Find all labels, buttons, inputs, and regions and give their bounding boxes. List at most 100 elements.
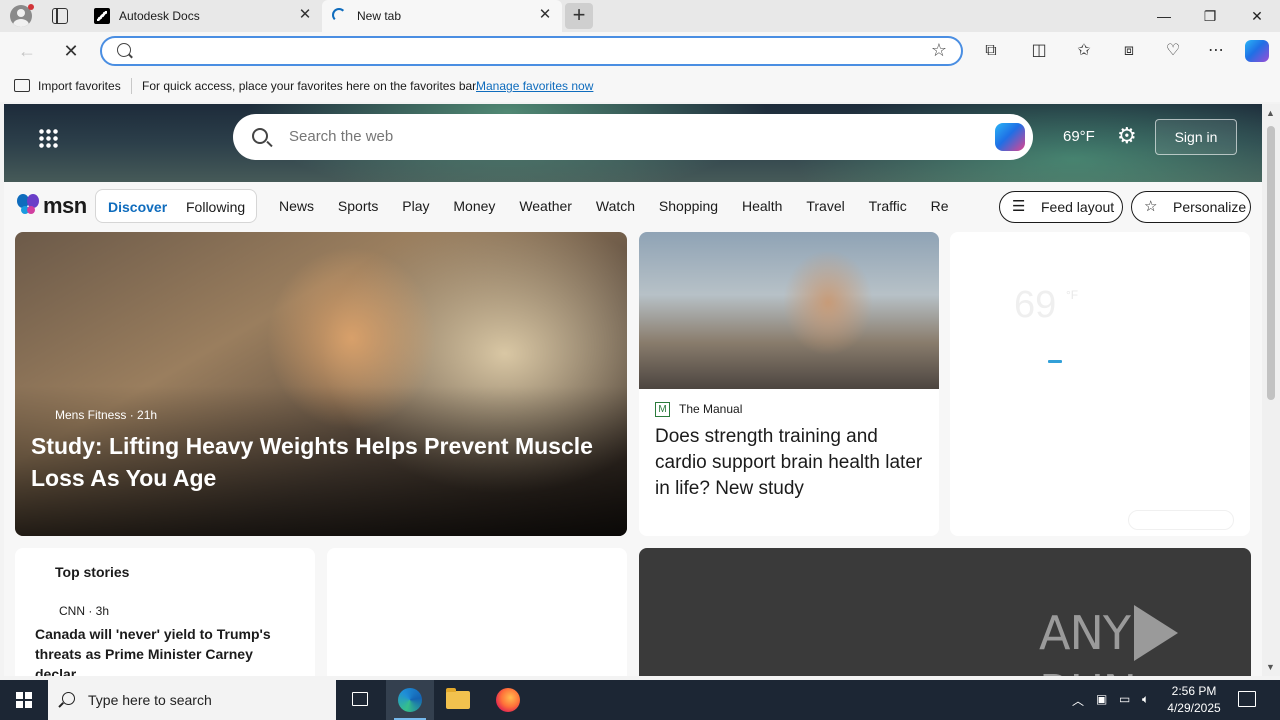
- show-hidden-icons-icon[interactable]: ︿: [1072, 692, 1084, 709]
- hero-article-card[interactable]: Mens Fitness · 21h Study: Lifting Heavy …: [15, 232, 627, 536]
- more-options-icon[interactable]: ⋯: [1205, 40, 1227, 62]
- edge-icon: [398, 688, 422, 712]
- close-window-icon[interactable]: ✕: [1234, 0, 1280, 32]
- split-screen-icon[interactable]: ◫: [1028, 40, 1050, 62]
- stop-loading-icon[interactable]: ✕: [60, 40, 82, 62]
- nav-weather[interactable]: Weather: [519, 198, 572, 214]
- loading-indicator: [1048, 360, 1062, 363]
- article-card[interactable]: M The Manual Does strength training and …: [639, 232, 939, 536]
- taskbar-search[interactable]: Type here to search: [48, 680, 336, 720]
- tab-discover[interactable]: Discover: [108, 199, 167, 215]
- copilot-search-icon[interactable]: [995, 123, 1025, 151]
- sparkle-icon: ☆: [1144, 198, 1158, 215]
- system-clock[interactable]: 2:56 PM 4/29/2025: [1160, 683, 1228, 717]
- nav-sports[interactable]: Sports: [338, 198, 378, 214]
- search-icon: [117, 43, 131, 57]
- search-icon: [252, 128, 268, 144]
- nav-real-estate[interactable]: Real Estate: [931, 198, 949, 214]
- profile-notification-dot: [28, 4, 34, 10]
- search-icon: [62, 692, 75, 705]
- back-icon[interactable]: ←: [16, 40, 38, 62]
- nav-health[interactable]: Health: [742, 198, 782, 214]
- new-tab-button[interactable]: +: [565, 3, 593, 29]
- firefox-icon: [496, 688, 520, 712]
- weather-card[interactable]: 69 °F: [950, 232, 1250, 536]
- story-headline[interactable]: Canada will 'never' yield to Trump's thr…: [35, 624, 300, 676]
- placeholder-card: [327, 548, 627, 676]
- sliders-icon: ☰: [1012, 198, 1026, 215]
- close-tab-icon[interactable]: ✕: [538, 7, 552, 22]
- weather-temperature: 69: [1014, 284, 1057, 326]
- favorites-icon[interactable]: ✩: [1073, 40, 1095, 62]
- nav-travel[interactable]: Travel: [806, 198, 844, 214]
- video-card[interactable]: ANY RUN: [639, 548, 1251, 676]
- web-search-input[interactable]: Search the web: [289, 128, 393, 145]
- watermark-right: RUN: [1039, 665, 1137, 677]
- restore-icon[interactable]: ❐: [1187, 0, 1233, 32]
- publisher-logo-icon: M: [655, 402, 670, 417]
- notifications-icon[interactable]: [1238, 691, 1256, 707]
- tab-autodesk-docs[interactable]: Autodesk Docs ✕: [84, 0, 322, 32]
- start-button[interactable]: [0, 680, 48, 720]
- task-view-button[interactable]: [336, 680, 384, 720]
- copilot-icon[interactable]: [1245, 40, 1269, 62]
- anyrun-watermark: ANY RUN: [1039, 604, 1251, 677]
- nav-play[interactable]: Play: [402, 198, 429, 214]
- manage-favorites-link[interactable]: Manage favorites now: [476, 79, 593, 93]
- close-tab-icon[interactable]: ✕: [298, 7, 312, 22]
- import-favorites-button[interactable]: Import favorites: [38, 79, 121, 93]
- play-icon: [1133, 604, 1178, 661]
- tab-actions-icon[interactable]: [52, 8, 68, 24]
- favorite-star-icon[interactable]: ☆: [931, 40, 947, 61]
- autodesk-icon: [94, 8, 110, 24]
- nav-money[interactable]: Money: [453, 198, 495, 214]
- collections-icon[interactable]: ⧈: [1118, 40, 1140, 62]
- web-search-box[interactable]: Search the web: [233, 114, 1033, 160]
- taskbar-firefox[interactable]: [484, 680, 532, 720]
- category-nav: News Sports Play Money Weather Watch Sho…: [279, 198, 949, 220]
- nav-news[interactable]: News: [279, 198, 314, 214]
- taskbar-file-explorer[interactable]: [434, 680, 482, 720]
- nav-traffic[interactable]: Traffic: [869, 198, 907, 214]
- device-icon[interactable]: ▣: [1096, 692, 1107, 706]
- address-bar[interactable]: ☆: [100, 36, 963, 66]
- msn-logo[interactable]: msn: [16, 191, 87, 219]
- scroll-down-icon[interactable]: ▼: [1266, 662, 1275, 672]
- scroll-up-icon[interactable]: ▲: [1266, 108, 1275, 118]
- personalize-label: Personalize: [1173, 199, 1247, 215]
- article-headline[interactable]: Does strength training and cardio suppor…: [655, 424, 925, 502]
- nav-shopping[interactable]: Shopping: [659, 198, 718, 214]
- taskbar-search-input[interactable]: Type here to search: [88, 692, 212, 708]
- taskbar-edge[interactable]: [386, 680, 434, 720]
- windows-taskbar: Type here to search ︿ ▣ ▭ 🔈︎ 2:56 PM 4/2…: [0, 680, 1280, 720]
- msn-butterfly-icon: [17, 194, 39, 214]
- feed-tab-switcher: Discover Following: [95, 189, 257, 223]
- import-favorites-icon: [14, 79, 30, 92]
- feed-layout-button[interactable]: ☰ Feed layout: [999, 191, 1123, 223]
- tab-following[interactable]: Following: [186, 199, 245, 215]
- network-icon[interactable]: ▭: [1119, 692, 1130, 706]
- app-launcher-icon[interactable]: [38, 128, 58, 148]
- clock-time: 2:56 PM: [1171, 684, 1217, 698]
- top-stories-card: Top stories CNN · 3h Canada will 'never'…: [15, 548, 315, 676]
- scroll-thumb[interactable]: [1267, 126, 1275, 400]
- top-stories-heading[interactable]: Top stories: [55, 564, 129, 580]
- nav-watch[interactable]: Watch: [596, 198, 635, 214]
- sign-in-button[interactable]: Sign in: [1155, 119, 1237, 155]
- settings-gear-icon[interactable]: ⚙: [1117, 124, 1137, 148]
- divider: [131, 78, 132, 94]
- article-headline[interactable]: Study: Lifting Heavy Weights Helps Preve…: [31, 430, 611, 494]
- msn-new-tab-page: Search the web 69°F ⚙ Sign in msn Discov…: [4, 104, 1262, 676]
- favorites-bar: Import favorites For quick access, place…: [0, 70, 1280, 102]
- page-scrollbar[interactable]: ▲ ▼: [1262, 104, 1280, 676]
- minimize-icon[interactable]: —: [1141, 0, 1187, 32]
- weather-indicator[interactable]: 69°F: [1063, 128, 1095, 145]
- extensions-icon[interactable]: ⧉: [980, 40, 1002, 62]
- browser-essentials-icon[interactable]: ♡: [1162, 40, 1184, 62]
- personalize-button[interactable]: ☆ Personalize: [1131, 191, 1251, 223]
- story-source: CNN · 3h: [59, 604, 110, 618]
- tab-title: New tab: [357, 9, 402, 23]
- feed-layout-label: Feed layout: [1041, 199, 1115, 215]
- tab-new-tab[interactable]: New tab ✕: [322, 0, 562, 32]
- volume-icon[interactable]: 🔈︎: [1142, 692, 1149, 707]
